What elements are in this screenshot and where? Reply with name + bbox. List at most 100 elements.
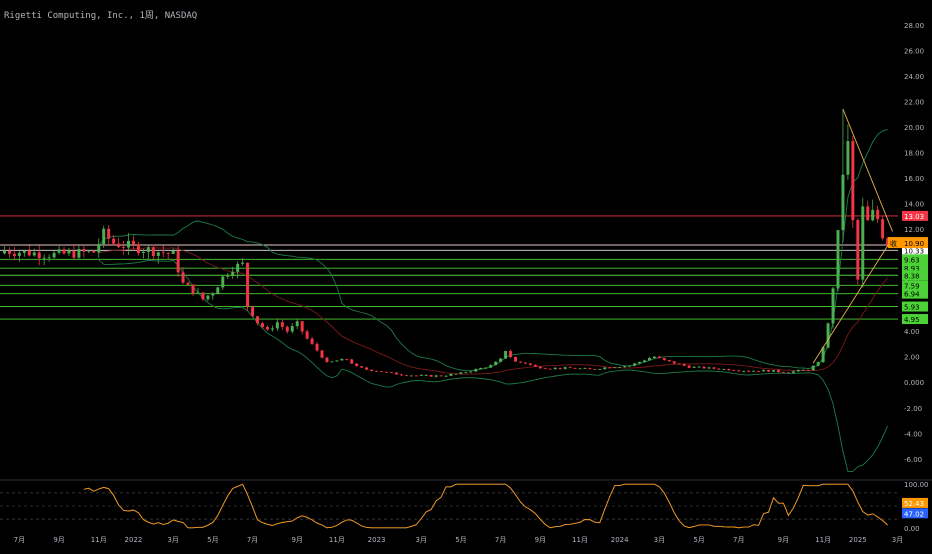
candle-body [87, 250, 91, 252]
candle-body [112, 238, 116, 244]
candle-body [618, 367, 622, 368]
candle-body [280, 322, 284, 327]
candle-body [226, 275, 230, 277]
candle-body [305, 331, 309, 339]
chart-svg[interactable]: 28.00 26.00 24.00 22.00 20.00 18.00 16.00 14.00… [0, 0, 932, 550]
time-tick-label: 9月 [53, 536, 64, 544]
candle-body [37, 252, 41, 259]
time-tick-label: 5月 [455, 536, 466, 544]
candle-body [528, 363, 532, 365]
candle-body [211, 293, 215, 296]
candle-body [762, 370, 766, 372]
candle-body [638, 361, 642, 364]
candle-body [523, 362, 527, 364]
candle-body [563, 367, 567, 369]
candle-body [122, 246, 126, 248]
candle-body [251, 306, 255, 317]
time-axis: 7月 9月 11月 2022 3月 5月 7月 9月 11月 2023 3月 5月 7月 9月 11月 202… [14, 536, 904, 544]
price-tick-label: 4.00 [904, 328, 920, 336]
price-level-tag-label: 10.33 [904, 247, 924, 255]
candle-body [161, 252, 165, 254]
candle-body [613, 367, 617, 369]
candle-body [737, 370, 741, 372]
candle-body [62, 249, 66, 254]
trend-line-lower [812, 237, 893, 364]
price-tick-label: 22.00 [904, 98, 924, 106]
candle-body [474, 369, 478, 372]
candle-body [652, 356, 656, 359]
candle-body [141, 251, 145, 253]
candle-body [712, 367, 716, 369]
candle-body [757, 370, 761, 372]
candle-body [389, 371, 393, 373]
candle-body [558, 367, 562, 369]
candle-body [231, 271, 235, 276]
candle-body [330, 361, 334, 363]
candle-body [12, 253, 16, 256]
candle-body [166, 253, 170, 254]
candle-body [47, 257, 51, 259]
candle-body [419, 375, 423, 376]
candle-body [628, 365, 632, 367]
rsi-tick-label: 0.00 [904, 525, 920, 533]
candle-body [156, 252, 160, 256]
candle-body [811, 365, 815, 371]
candle-body [295, 321, 299, 327]
time-tick-label: 9月 [778, 536, 789, 544]
candle-body [325, 357, 329, 363]
candle-body [97, 244, 101, 253]
candle-body [856, 220, 860, 280]
candle-body [801, 369, 805, 371]
candle-body [697, 366, 701, 368]
candle-body [578, 368, 582, 370]
candle-body [633, 363, 637, 366]
time-tick-label: 2023 [368, 536, 386, 544]
candle-body [851, 141, 855, 221]
time-tick-label: 3月 [167, 536, 178, 544]
candle-body [236, 263, 240, 272]
price-tick-label: -6.00 [904, 456, 922, 464]
candle-body [414, 375, 418, 377]
time-tick-label: 11月 [329, 536, 345, 544]
candle-body [786, 372, 790, 374]
candle-body [22, 250, 26, 253]
candle-body [747, 370, 751, 372]
candle-body [752, 370, 756, 372]
candle-body [434, 375, 438, 377]
candle-body [285, 326, 289, 332]
candle-body [394, 372, 398, 375]
candle-body [876, 209, 880, 220]
price-level-tag-label: 5.93 [904, 304, 920, 312]
candle-body [553, 367, 557, 369]
candle-body [439, 375, 443, 377]
price-levels [0, 215, 898, 320]
candle-body [682, 363, 686, 366]
candle-body [603, 367, 607, 370]
price-tick-label: -2.00 [904, 405, 922, 413]
candle-body [776, 370, 780, 372]
chart-root[interactable]: Rigetti Computing, Inc., 1周, NASDAQ 28.0… [0, 0, 932, 550]
price-tick-label: 2.00 [904, 354, 920, 362]
candle-body [216, 287, 220, 294]
candle-body [399, 374, 403, 376]
candle-body [146, 247, 150, 252]
candle-body [598, 369, 602, 370]
time-tick-label: 3月 [654, 536, 665, 544]
candle-body [355, 363, 359, 367]
candle-body [514, 357, 517, 362]
candle-body [677, 363, 681, 365]
candle-body [365, 367, 369, 370]
candle-body [826, 323, 830, 348]
candle-body [543, 368, 547, 370]
time-tick-label: 7月 [733, 536, 744, 544]
candle-body [593, 369, 597, 370]
time-tick-label: 9月 [535, 536, 546, 544]
candle-body [275, 322, 279, 329]
candle-body [246, 262, 250, 307]
price-tick-label: 16.00 [904, 175, 924, 183]
candles [2, 109, 890, 378]
price-tick-label: 28.00 [904, 22, 924, 30]
candle-body [489, 365, 493, 368]
candle-body [538, 366, 542, 369]
candle-body [608, 367, 612, 369]
